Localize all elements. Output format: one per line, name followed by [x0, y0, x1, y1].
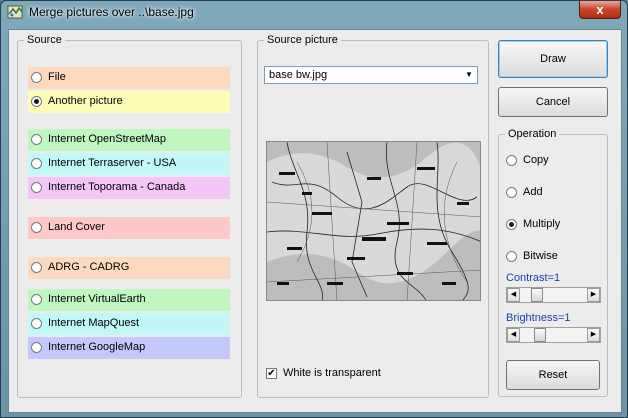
source-radio[interactable] — [31, 72, 42, 83]
source-option[interactable]: ADRG - CADRG — [28, 257, 230, 279]
draw-button[interactable]: Draw — [498, 40, 608, 78]
white-transparent-label: White is transparent — [283, 367, 381, 379]
brightness-label: Brightness=1 — [506, 312, 571, 324]
operation-option-label: Bitwise — [523, 250, 558, 262]
close-button[interactable]: x — [579, 1, 621, 19]
reset-button[interactable]: Reset — [506, 360, 600, 390]
source-option-label: Internet VirtualEarth — [48, 293, 146, 305]
source-picture-select[interactable]: base bw.jpg ▼ — [264, 66, 478, 84]
draw-button-label: Draw — [540, 53, 566, 65]
operation-option-label: Add — [523, 186, 543, 198]
window-title: Merge pictures over ..\base.jpg — [29, 5, 194, 19]
operation-radio[interactable] — [506, 187, 517, 198]
operation-option-label: Multiply — [523, 218, 561, 230]
source-option-label: Internet MapQuest — [48, 317, 140, 329]
source-picture-value: base bw.jpg — [269, 69, 328, 81]
contrast-slider[interactable]: ◀ ▶ — [506, 287, 601, 303]
app-map-icon — [7, 5, 23, 19]
source-option[interactable]: Internet OpenStreetMap — [28, 129, 230, 151]
dialog-window: Merge pictures over ..\base.jpg x Source… — [0, 0, 628, 418]
title-bar[interactable]: Merge pictures over ..\base.jpg x — [1, 1, 627, 23]
source-option[interactable]: Internet GoogleMap — [28, 337, 230, 359]
operation-legend: Operation — [505, 128, 560, 140]
source-option-label: Internet OpenStreetMap — [48, 133, 167, 145]
dialog-client-area: Source File Another picture Internet OpenS… — [8, 29, 622, 413]
source-radio[interactable] — [31, 158, 42, 169]
source-option[interactable]: Internet Toporama - Canada — [28, 177, 230, 199]
brightness-slider-thumb[interactable] — [534, 328, 546, 342]
source-radio[interactable] — [31, 222, 42, 233]
source-legend: Source — [24, 34, 65, 46]
source-radio[interactable] — [31, 134, 42, 145]
map-preview-image — [267, 142, 480, 300]
operation-option[interactable]: Multiply — [503, 214, 599, 236]
scroll-right-icon[interactable]: ▶ — [587, 328, 600, 342]
operation-option-label: Copy — [523, 154, 549, 166]
source-radio[interactable] — [31, 96, 42, 107]
operation-radio[interactable] — [506, 251, 517, 262]
contrast-slider-thumb[interactable] — [531, 288, 543, 302]
source-group: Source File Another picture Internet OpenS… — [17, 34, 242, 398]
cancel-button[interactable]: Cancel — [498, 87, 608, 117]
scroll-left-icon[interactable]: ◀ — [507, 288, 520, 302]
contrast-label: Contrast=1 — [506, 272, 561, 284]
source-radio[interactable] — [31, 342, 42, 353]
source-radio[interactable] — [31, 294, 42, 305]
cancel-button-label: Cancel — [535, 96, 571, 108]
source-option-label: ADRG - CADRG — [48, 261, 130, 273]
operation-option[interactable]: Copy — [503, 150, 599, 172]
source-option-label: Land Cover — [48, 221, 105, 233]
reset-button-label: Reset — [538, 369, 568, 381]
source-option-label: Internet Terraserver - USA — [48, 157, 177, 169]
source-picture-preview — [266, 141, 481, 301]
scroll-left-icon[interactable]: ◀ — [507, 328, 520, 342]
source-option[interactable]: Internet MapQuest — [28, 313, 230, 335]
scroll-right-icon[interactable]: ▶ — [587, 288, 600, 302]
source-radio[interactable] — [31, 182, 42, 193]
source-radio[interactable] — [31, 262, 42, 273]
source-option-label: Another picture — [48, 95, 123, 107]
source-option[interactable]: Internet VirtualEarth — [28, 289, 230, 311]
operation-option[interactable]: Bitwise — [503, 246, 599, 268]
operation-radio[interactable] — [506, 155, 517, 166]
source-option[interactable]: Land Cover — [28, 217, 230, 239]
source-picture-legend: Source picture — [264, 34, 341, 46]
source-option[interactable]: Internet Terraserver - USA — [28, 153, 230, 175]
source-option-label: Internet Toporama - Canada — [48, 181, 186, 193]
brightness-slider[interactable]: ◀ ▶ — [506, 327, 601, 343]
source-option-label: File — [48, 71, 66, 83]
source-option[interactable]: Another picture — [28, 91, 230, 113]
source-option[interactable]: File — [28, 67, 230, 89]
white-transparent-checkbox[interactable]: ✔ — [266, 368, 277, 379]
source-option-label: Internet GoogleMap — [48, 341, 146, 353]
chevron-down-icon[interactable]: ▼ — [462, 68, 476, 82]
operation-radio[interactable] — [506, 219, 517, 230]
source-radio[interactable] — [31, 318, 42, 329]
operation-option[interactable]: Add — [503, 182, 599, 204]
